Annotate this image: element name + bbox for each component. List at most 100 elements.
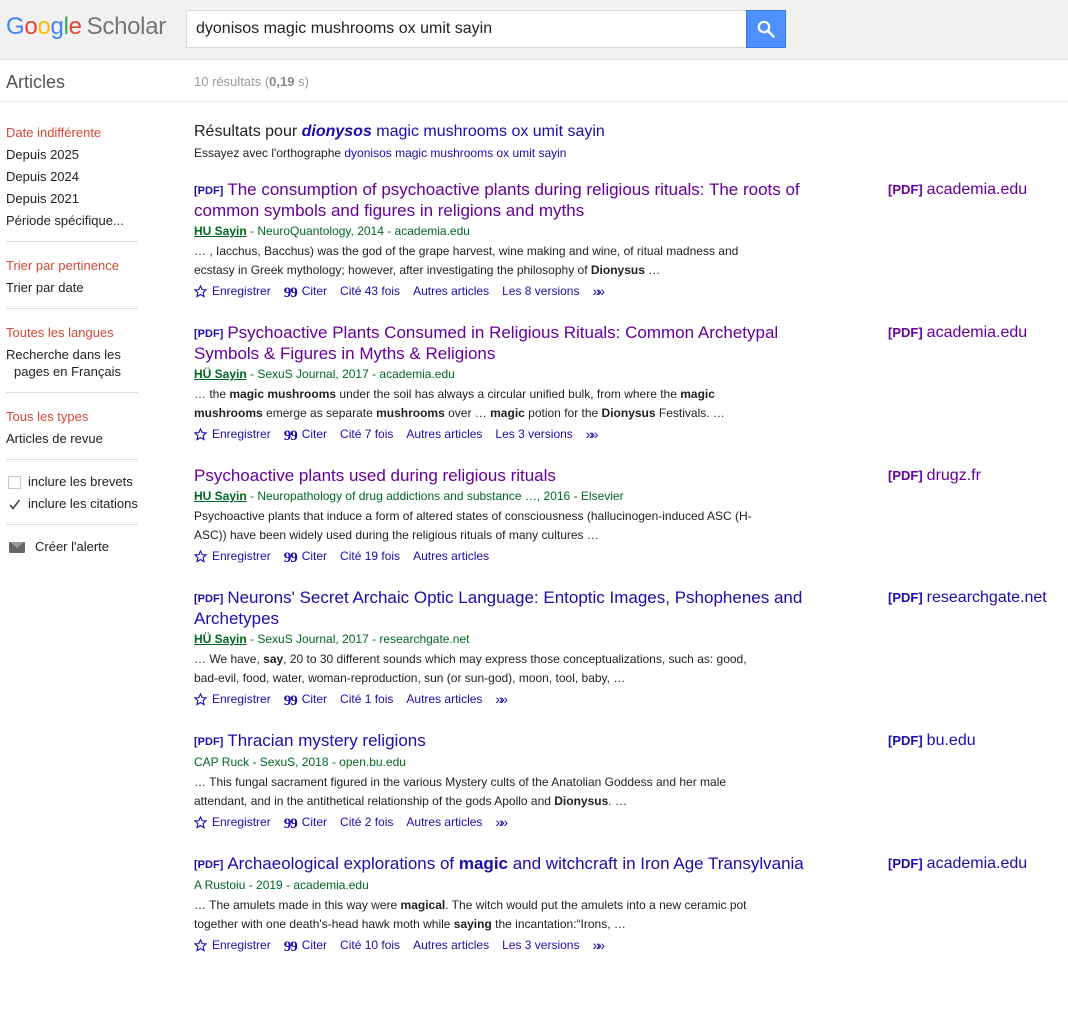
lang-all[interactable]: Toutes les langues	[6, 322, 138, 344]
more-chevron-icon[interactable]: »»	[592, 934, 604, 957]
date-since-2021[interactable]: Depuis 2021	[6, 188, 138, 210]
more-chevron-icon[interactable]: »»	[495, 811, 507, 834]
related-articles-link[interactable]: Autres articles	[406, 688, 482, 711]
result-title-link[interactable]: [PDF] Archaeological explorations of magi…	[194, 854, 809, 875]
result-snippet: … , Iacchus, Bacchus) was the god of the…	[194, 244, 739, 277]
author-link[interactable]: HU Sayin	[194, 489, 247, 503]
search-input[interactable]	[187, 11, 747, 47]
type-section: Tous les types Articles de revue	[6, 404, 138, 460]
cite-button[interactable]: 99 Citer	[284, 280, 327, 303]
more-chevron-icon[interactable]: »»	[586, 423, 598, 446]
result-title-link[interactable]: [PDF] Thracian mystery religions	[194, 731, 809, 752]
more-chevron-icon[interactable]: »»	[495, 688, 507, 711]
result-snippet: … We have, say, 20 to 30 different sound…	[194, 652, 747, 685]
search-icon	[757, 20, 775, 38]
corrected-word: dionysos	[301, 123, 372, 140]
cited-by-link[interactable]: Cité 10 fois	[340, 934, 400, 957]
patents-checkbox[interactable]	[8, 475, 21, 489]
related-articles-link[interactable]: Autres articles	[406, 423, 482, 446]
versions-link[interactable]: Les 8 versions	[502, 280, 579, 303]
sort-by-relevance[interactable]: Trier par pertinence	[6, 255, 138, 277]
result-actions: Enregistrer 99 Citer Cité 19 fois Autres …	[194, 545, 1068, 568]
result-actions: Enregistrer 99 Citer Cité 43 fois Autres …	[194, 280, 1068, 303]
author-link[interactable]: HÜ Sayin	[194, 367, 247, 381]
save-label: Enregistrer	[212, 692, 271, 706]
side-pdf-link[interactable]: [PDF] researchgate.net	[888, 588, 1047, 608]
side-pdf-link[interactable]: [PDF] academia.edu	[888, 323, 1027, 343]
save-button[interactable]: Enregistrer	[194, 280, 271, 303]
side-pdf-domain: bu.edu	[926, 732, 976, 749]
side-pdf-domain: academia.edu	[926, 855, 1028, 872]
cite-button[interactable]: 99 Citer	[284, 545, 327, 568]
side-pdf-link[interactable]: [PDF] bu.edu	[888, 731, 976, 751]
date-since-2025[interactable]: Depuis 2025	[6, 144, 138, 166]
versions-link[interactable]: Les 3 versions	[495, 423, 572, 446]
related-articles-link[interactable]: Autres articles	[413, 934, 489, 957]
result-title-link[interactable]: [PDF] Neurons' Secret Archaic Optic Langu…	[194, 588, 809, 629]
side-pdf-link[interactable]: [PDF] academia.edu	[888, 180, 1027, 200]
save-button[interactable]: Enregistrer	[194, 688, 271, 711]
search-button[interactable]	[746, 10, 786, 48]
google-scholar-logo[interactable]: Google Scholar	[6, 13, 166, 41]
result-title-link[interactable]: Psychoactive plants used during religiou…	[194, 466, 809, 486]
result-title-text: Psychoactive Plants Consumed in Religiou…	[194, 323, 779, 363]
more-chevron-icon[interactable]: »»	[592, 280, 604, 303]
cited-by-link[interactable]: Cité 43 fois	[340, 280, 400, 303]
cite-button[interactable]: 99 Citer	[284, 688, 327, 711]
pdf-tag: [PDF]	[194, 328, 224, 340]
cite-button[interactable]: 99 Citer	[284, 934, 327, 957]
quote-icon: 99	[283, 428, 298, 444]
result-source: - SexuS Journal, 2017 - academia.edu	[246, 367, 455, 381]
result-snippet: … The amulets made in this way were magi…	[194, 898, 747, 931]
original-query-link[interactable]: dyonisos magic mushrooms ox umit sayin	[344, 146, 566, 160]
citations-checkbox[interactable]	[8, 497, 21, 511]
save-button[interactable]: Enregistrer	[194, 811, 271, 834]
result-title-text: Thracian mystery religions	[227, 731, 426, 750]
result-meta: HÜ Sayin - SexuS Journal, 2017 - researc…	[194, 629, 1068, 650]
search-box	[186, 10, 747, 48]
date-any[interactable]: Date indifférente	[6, 122, 138, 144]
save-label: Enregistrer	[212, 938, 271, 952]
date-custom-range[interactable]: Période spécifique...	[6, 210, 138, 232]
related-articles-link[interactable]: Autres articles	[413, 280, 489, 303]
include-citations-row[interactable]: inclure les citations	[6, 493, 138, 515]
side-pdf-link[interactable]: [PDF] academia.edu	[888, 854, 1027, 874]
lang-french-line2: pages en Français	[14, 364, 121, 379]
cite-button[interactable]: 99 Citer	[284, 423, 327, 446]
save-button[interactable]: Enregistrer	[194, 423, 271, 446]
cited-by-link[interactable]: Cité 2 fois	[340, 811, 393, 834]
cite-label: Citer	[301, 284, 328, 298]
related-articles-link[interactable]: Autres articles	[406, 811, 482, 834]
sort-by-date[interactable]: Trier par date	[6, 277, 138, 299]
date-since-2024[interactable]: Depuis 2024	[6, 166, 138, 188]
corrected-query-link[interactable]: dionysos magic mushrooms ox umit sayin	[302, 123, 605, 140]
result-title-link[interactable]: [PDF] The consumption of psychoactive pla…	[194, 180, 809, 221]
search-result: [PDF] The consumption of psychoactive pla…	[194, 180, 1068, 303]
lang-french-pages[interactable]: Recherche dans les pages en Français	[6, 344, 138, 383]
save-button[interactable]: Enregistrer	[194, 545, 271, 568]
type-all[interactable]: Tous les types	[6, 406, 138, 428]
related-articles-link[interactable]: Autres articles	[413, 545, 489, 568]
save-button[interactable]: Enregistrer	[194, 934, 271, 957]
author-link[interactable]: HU Sayin	[194, 224, 247, 238]
result-count-prefix: 10 résultats (	[194, 74, 270, 89]
pdf-tag: [PDF]	[888, 856, 923, 871]
type-review-articles[interactable]: Articles de revue	[6, 428, 138, 450]
create-alert-link[interactable]: Créer l'alerte	[6, 536, 138, 558]
cited-by-link[interactable]: Cité 1 fois	[340, 688, 393, 711]
author-link[interactable]: HÜ Sayin	[194, 632, 247, 646]
result-snippet: … the magic mushrooms under the soil has…	[194, 387, 725, 420]
cited-by-link[interactable]: Cité 19 fois	[340, 545, 400, 568]
search-result: [PDF] Neurons' Secret Archaic Optic Langu…	[194, 588, 1068, 711]
cite-button[interactable]: 99 Citer	[284, 811, 327, 834]
include-patents-row[interactable]: inclure les brevets	[6, 471, 138, 493]
side-pdf-link[interactable]: [PDF] drugz.fr	[888, 466, 981, 486]
corrected-query-rest: magic mushrooms ox umit sayin	[371, 123, 605, 140]
result-snippet: … This fungal sacrament figured in the v…	[194, 775, 727, 808]
result-meta: A Rustoiu - 2019 - academia.edu	[194, 875, 1068, 896]
result-title-link[interactable]: [PDF] Psychoactive Plants Consumed in Rel…	[194, 323, 809, 364]
star-icon	[194, 285, 207, 298]
cited-by-link[interactable]: Cité 7 fois	[340, 423, 393, 446]
versions-link[interactable]: Les 3 versions	[502, 934, 579, 957]
pdf-tag: [PDF]	[194, 593, 224, 605]
